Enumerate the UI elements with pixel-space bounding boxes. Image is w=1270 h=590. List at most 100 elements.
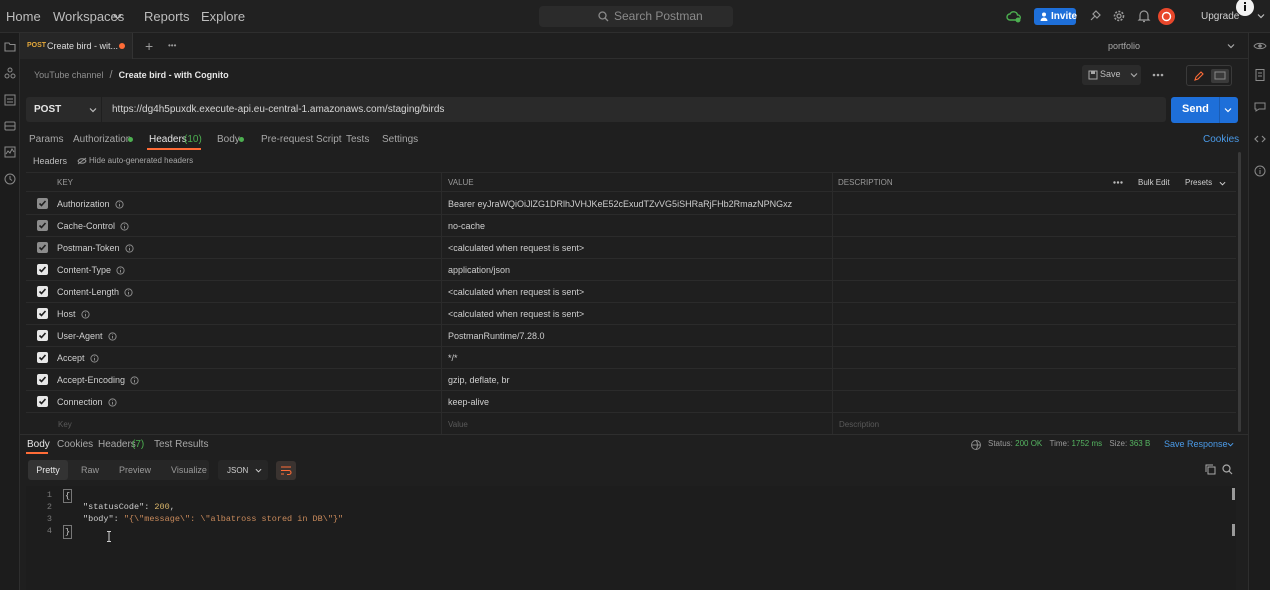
row-checkbox[interactable] — [37, 396, 48, 407]
header-key[interactable]: User-Agent — [57, 325, 103, 347]
row-checkbox[interactable] — [37, 374, 48, 385]
info-icon[interactable] — [1236, 0, 1254, 16]
nav-reports[interactable]: Reports — [144, 0, 190, 33]
chevron-down-icon[interactable] — [1257, 12, 1265, 20]
breadcrumb-collection[interactable]: YouTube channel — [34, 70, 103, 80]
header-value[interactable]: <calculated when request is sent> — [448, 303, 828, 325]
cookies-link[interactable]: Cookies — [1203, 134, 1239, 145]
presets-dropdown[interactable]: Presets — [1185, 178, 1212, 187]
edit-pencil-icon[interactable] — [1193, 70, 1205, 82]
hide-auto-headers-button[interactable]: Hide auto-generated headers — [89, 156, 193, 165]
tab-headers[interactable]: Headers — [149, 134, 187, 145]
new-description-input[interactable]: Description — [839, 420, 879, 429]
info-circle-icon[interactable] — [1253, 164, 1267, 178]
comments-icon[interactable] — [1253, 100, 1267, 114]
chevron-down-icon[interactable] — [1224, 106, 1232, 114]
tab-params[interactable]: Params — [29, 134, 63, 145]
more-options-icon[interactable] — [1113, 181, 1123, 184]
header-value[interactable]: no-cache — [448, 215, 828, 237]
gear-icon[interactable] — [1112, 9, 1128, 25]
mock-servers-icon[interactable] — [3, 119, 17, 133]
comment-mode-icon[interactable] — [1211, 69, 1229, 83]
tab-authorization[interactable]: Authorization — [73, 134, 131, 145]
method-select[interactable]: POST — [26, 97, 102, 122]
tab-response-headers[interactable]: Headers — [98, 439, 136, 450]
tab-body[interactable]: Body — [217, 134, 240, 145]
apis-icon[interactable] — [3, 66, 17, 80]
row-checkbox[interactable] — [37, 352, 48, 363]
view-pretty[interactable]: Pretty — [28, 460, 68, 480]
header-value[interactable]: */* — [448, 347, 828, 369]
tab-create-bird[interactable]: POST Create bird - wit... — [20, 33, 133, 59]
invite-button[interactable]: Invite — [1034, 8, 1077, 25]
header-key[interactable]: Accept — [57, 347, 85, 369]
satellite-icon[interactable] — [1088, 9, 1104, 25]
header-key[interactable]: Connection — [57, 391, 103, 413]
upgrade-button[interactable]: Upgrade — [1201, 0, 1239, 33]
search-input[interactable]: Search Postman — [539, 6, 733, 27]
eye-icon[interactable] — [1253, 39, 1267, 53]
header-key[interactable]: Cache-Control — [57, 215, 115, 237]
nav-home[interactable]: Home — [6, 0, 41, 33]
row-checkbox[interactable] — [37, 308, 48, 319]
header-value[interactable]: gzip, deflate, br — [448, 369, 828, 391]
environments-icon[interactable] — [3, 93, 17, 107]
header-value[interactable]: application/json — [448, 259, 828, 281]
row-checkbox[interactable] — [37, 286, 48, 297]
nav-explore[interactable]: Explore — [201, 0, 245, 33]
row-checkbox[interactable] — [37, 220, 48, 231]
row-checkbox[interactable] — [37, 198, 48, 209]
header-key[interactable]: Host — [57, 303, 76, 325]
avatar[interactable] — [1158, 8, 1175, 25]
new-tab-button[interactable]: + — [145, 33, 153, 59]
chevron-down-icon[interactable] — [113, 12, 122, 21]
format-select[interactable]: JSON — [218, 460, 268, 480]
environment-select[interactable]: portfolio — [1108, 33, 1140, 59]
url-input[interactable]: https://dg4h5puxdk.execute-api.eu-centra… — [112, 97, 444, 122]
copy-icon[interactable] — [1205, 464, 1216, 475]
chevron-down-icon[interactable] — [1227, 42, 1235, 50]
view-visualize[interactable]: Visualize — [171, 465, 207, 475]
tab-options-button[interactable]: ••• — [168, 33, 176, 59]
page-title[interactable]: Create bird - with Cognito — [119, 70, 229, 80]
response-size[interactable]: 363 B — [1129, 439, 1150, 448]
tab-settings[interactable]: Settings — [382, 134, 418, 145]
scrollbar[interactable] — [1238, 152, 1241, 432]
code-icon[interactable] — [1253, 132, 1267, 146]
row-checkbox[interactable] — [37, 264, 48, 275]
header-value[interactable]: <calculated when request is sent> — [448, 281, 828, 303]
view-preview[interactable]: Preview — [119, 465, 151, 475]
header-key[interactable]: Content-Length — [57, 281, 119, 303]
header-value[interactable]: Bearer eyJraWQiOiJlZG1DRlhJVHJKeE52cExud… — [448, 193, 828, 215]
bell-icon[interactable] — [1137, 9, 1153, 25]
scrollbar[interactable] — [1232, 488, 1235, 500]
header-key[interactable]: Content-Type — [57, 259, 111, 281]
sync-cloud-icon[interactable] — [1006, 9, 1022, 25]
documentation-icon[interactable] — [1253, 68, 1267, 82]
more-actions-icon[interactable] — [1152, 73, 1164, 77]
header-key[interactable]: Postman-Token — [57, 237, 120, 259]
monitors-icon[interactable] — [3, 145, 17, 159]
new-value-input[interactable]: Value — [448, 420, 468, 429]
scrollbar[interactable] — [1232, 524, 1235, 536]
header-value[interactable]: <calculated when request is sent> — [448, 237, 828, 259]
save-button[interactable]: Save — [1082, 65, 1141, 85]
chevron-down-icon[interactable] — [1219, 180, 1226, 187]
chevron-down-icon[interactable] — [1130, 71, 1138, 79]
globe-icon[interactable] — [970, 439, 982, 451]
search-icon[interactable] — [1222, 464, 1233, 475]
row-checkbox[interactable] — [37, 242, 48, 253]
chevron-down-icon[interactable] — [1227, 441, 1234, 448]
tab-test-results[interactable]: Test Results — [154, 439, 208, 450]
history-icon[interactable] — [3, 172, 17, 186]
header-key[interactable]: Authorization — [57, 193, 110, 215]
header-value[interactable]: PostmanRuntime/7.28.0 — [448, 325, 828, 347]
header-key[interactable]: Accept-Encoding — [57, 369, 125, 391]
tab-prerequest-script[interactable]: Pre-request Script — [261, 134, 342, 145]
header-value[interactable]: keep-alive — [448, 391, 828, 413]
row-checkbox[interactable] — [37, 330, 48, 341]
tab-response-body[interactable]: Body — [27, 439, 50, 450]
status-badge[interactable]: 200 OK — [1015, 439, 1042, 448]
response-time[interactable]: 1752 ms — [1071, 439, 1102, 448]
bulk-edit-button[interactable]: Bulk Edit — [1138, 178, 1170, 187]
